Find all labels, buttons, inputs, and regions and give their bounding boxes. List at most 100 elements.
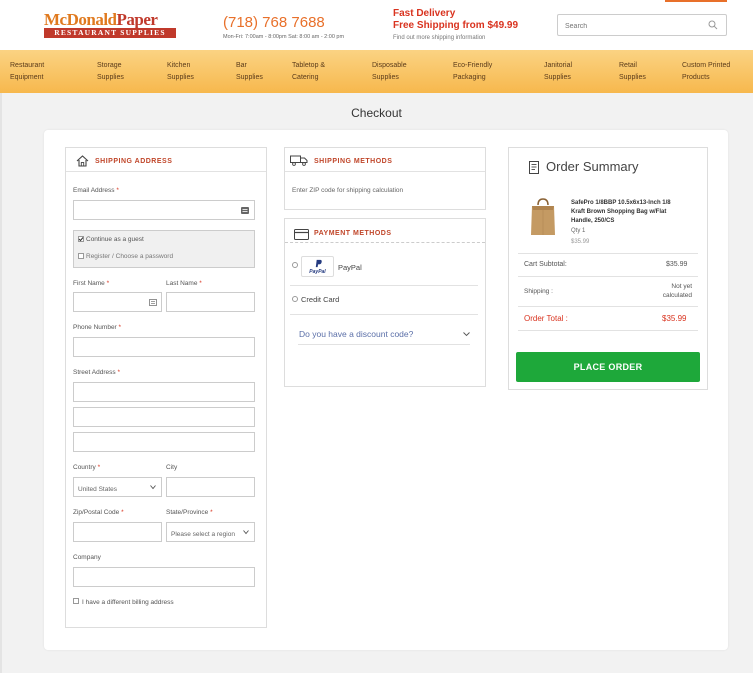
phone-number[interactable]: (718) 768 7688 — [223, 14, 325, 31]
state-select[interactable]: Please select a region — [167, 525, 254, 544]
nav-retail-supplies[interactable]: Retail Supplies — [619, 60, 646, 84]
first-name-box — [73, 292, 162, 314]
header-accent — [665, 0, 727, 2]
payment-methods-title: PAYMENT METHODS — [314, 230, 392, 237]
product-price: $35.99 — [571, 239, 590, 245]
paypal-logo: PayPal — [301, 256, 334, 277]
nav-storage-supplies[interactable]: Storage Supplies — [97, 60, 124, 84]
product-image[interactable] — [530, 197, 556, 237]
shipping-info-link[interactable]: Find out more shipping information — [393, 35, 485, 41]
receipt-icon — [529, 161, 539, 174]
street-line-2-box — [73, 407, 255, 429]
site-header: McDonaldPaper RESTAURANT SUPPLIES (718) … — [0, 0, 753, 50]
shipping-label: Shipping : — [524, 288, 553, 295]
paypal-radio[interactable] — [292, 262, 298, 268]
continue-guest-label[interactable]: Continue as a guest — [86, 236, 144, 243]
street-line-3-box — [73, 432, 255, 454]
zip-field[interactable] — [74, 525, 161, 544]
street-label: Street Address * — [73, 369, 120, 376]
cart-subtotal-value: $35.99 — [666, 261, 688, 268]
company-field[interactable] — [74, 570, 254, 589]
credit-card-icon — [294, 229, 309, 240]
credit-card-label[interactable]: Credit Card — [301, 295, 339, 304]
summary-divider — [518, 253, 698, 254]
autofill-icon[interactable] — [241, 207, 249, 214]
country-box: United States — [73, 477, 162, 499]
last-name-label: Last Name * — [166, 280, 202, 287]
phone-field[interactable] — [74, 340, 254, 359]
search-icon[interactable] — [708, 20, 718, 30]
fast-delivery-text: Fast Delivery — [393, 8, 456, 19]
payment-divider — [290, 314, 478, 315]
summary-divider — [518, 306, 698, 307]
product-qty: Qty 1 — [571, 228, 586, 234]
shipping-value: Not yet calculated — [662, 283, 692, 299]
company-label: Company — [73, 554, 101, 561]
city-label: City — [166, 464, 178, 471]
last-name-field[interactable] — [167, 295, 254, 314]
street-line-1-box — [73, 382, 255, 404]
nav-disposable-supplies[interactable]: Disposable Supplies — [372, 60, 407, 84]
checkmark-icon — [78, 237, 84, 242]
chevron-down-icon — [150, 485, 156, 490]
state-label: State/Province * — [166, 509, 213, 516]
page-edge — [0, 0, 2, 673]
order-total-value: $35.99 — [662, 314, 687, 323]
home-icon — [76, 155, 89, 167]
email-field[interactable] — [74, 203, 254, 222]
nav-kitchen-supplies[interactable]: Kitchen Supplies — [167, 60, 194, 84]
nav-janitorial-supplies[interactable]: Janitorial Supplies — [544, 60, 572, 84]
summary-divider — [518, 276, 698, 277]
street-line-3-field[interactable] — [74, 435, 254, 454]
discount-code-toggle[interactable]: Do you have a discount code? — [299, 329, 413, 339]
panel-divider — [285, 242, 485, 243]
city-box — [166, 477, 255, 499]
different-billing-checkbox[interactable] — [73, 598, 79, 604]
street-line-2-field[interactable] — [74, 410, 254, 429]
city-field[interactable] — [167, 480, 254, 499]
country-label: Country * — [73, 464, 101, 471]
phone-box — [73, 337, 255, 359]
logo-tagline: RESTAURANT SUPPLIES — [44, 28, 176, 38]
different-billing-label[interactable]: I have a different billing address — [82, 599, 174, 606]
shipping-methods-hint: Enter ZIP code for shipping calculation — [292, 187, 404, 194]
zip-box — [73, 522, 162, 544]
free-shipping-text: Free Shipping from $49.99 — [393, 20, 519, 31]
nav-restaurant-equipment[interactable]: Restaurant Equipment — [10, 60, 44, 84]
payment-divider — [290, 285, 478, 286]
register-label[interactable]: Register / Choose a password — [86, 253, 173, 260]
paypal-logo-text: PayPal — [309, 269, 326, 275]
product-name[interactable]: SafePro 1/8BBP 10.5x6x13-Inch 1/8 Kraft B… — [571, 199, 671, 226]
order-total-label: Order Total : — [524, 314, 568, 323]
business-hours: Mon-Fri: 7:00am - 8:00pm Sat: 8:00 am - … — [223, 34, 345, 40]
street-line-1-field[interactable] — [74, 385, 254, 404]
contact-card-icon[interactable] — [149, 299, 157, 306]
cart-subtotal-label: Cart Subtotal: — [524, 261, 567, 268]
register-checkbox[interactable] — [78, 253, 84, 259]
phone-label: Phone Number * — [73, 324, 122, 331]
paypal-label[interactable]: PayPal — [338, 263, 362, 272]
logo-wordmark: McDonaldPaper — [44, 10, 158, 29]
nav-bar-supplies[interactable]: Bar Supplies — [236, 60, 263, 84]
continue-guest-checkbox[interactable] — [78, 236, 84, 242]
zip-label: Zip/Postal Code * — [73, 509, 124, 516]
order-summary-title: Order Summary — [546, 159, 639, 174]
paypal-icon — [315, 259, 322, 268]
panel-divider — [66, 171, 266, 172]
search-input[interactable] — [558, 16, 698, 37]
nav-tabletop-catering[interactable]: Tabletop & Catering — [292, 60, 325, 84]
chevron-down-icon[interactable] — [463, 331, 470, 337]
first-name-field[interactable] — [74, 295, 161, 314]
credit-card-radio[interactable] — [292, 296, 298, 302]
place-order-button[interactable]: PLACE ORDER — [516, 352, 700, 382]
email-label: Email Address * — [73, 187, 119, 194]
logo[interactable]: McDonaldPaper RESTAURANT SUPPLIES — [44, 10, 176, 38]
last-name-box — [166, 292, 255, 314]
page-title: Checkout — [351, 106, 402, 120]
truck-icon — [290, 155, 308, 166]
country-select[interactable]: United States — [74, 480, 161, 499]
nav-custom-printed-products[interactable]: Custom Printed Products — [682, 60, 730, 84]
discount-underline — [298, 344, 470, 345]
panel-divider — [285, 171, 485, 172]
nav-eco-friendly-packaging[interactable]: Eco-Friendly Packaging — [453, 60, 492, 84]
